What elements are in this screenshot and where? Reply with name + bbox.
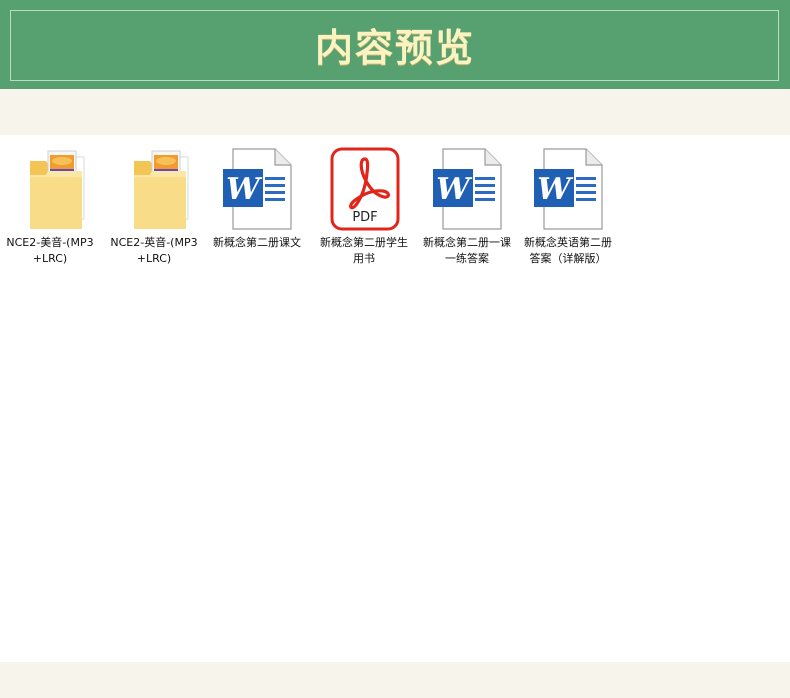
word-doc-icon: W: [223, 148, 292, 230]
file-item[interactable]: MP3 LRC NCE2-英音-(MP3+LRC): [106, 145, 202, 267]
folder-icon: MP3 LRC: [30, 150, 85, 229]
folder-icon: MP3 LRC: [134, 150, 189, 229]
file-label: 新概念第二册学生用书: [320, 236, 408, 265]
file-label: 新概念第二册一课一练答案: [423, 236, 511, 265]
word-doc-icon: W: [534, 148, 603, 230]
page-title: 内容预览: [314, 25, 475, 70]
file-label: NCE2-英音-(MP3+LRC): [110, 236, 198, 265]
file-label: 新概念英语第二册答案（详解版）: [524, 236, 612, 265]
word-doc-icon: W: [433, 148, 502, 230]
file-item[interactable]: MP3 LRC NCE2-美音-(MP3+LRC): [2, 145, 98, 267]
pdf-icon-text: PDF: [352, 210, 377, 225]
file-label: 新概念第二册课文: [213, 236, 301, 249]
bottom-band: [0, 662, 790, 698]
file-explorer: MP3 LRC NCE2-美音-(MP3+LRC) MP3 LRC NCE2-英…: [0, 135, 790, 662]
file-item[interactable]: W 新概念第二册课文: [209, 145, 305, 251]
pdf-icon: PDF: [330, 147, 400, 231]
svg-text:W: W: [537, 172, 574, 207]
file-item[interactable]: PDF 新概念第二册学生用书: [316, 145, 412, 267]
svg-text:W: W: [436, 172, 473, 207]
file-item[interactable]: W 新概念第二册一课一练答案: [419, 145, 515, 267]
svg-text:W: W: [226, 172, 263, 207]
top-band: [0, 89, 790, 135]
file-item[interactable]: W 新概念英语第二册答案（详解版）: [520, 145, 616, 267]
file-label: NCE2-美音-(MP3+LRC): [6, 236, 94, 265]
header-banner: 内容预览: [0, 0, 790, 89]
